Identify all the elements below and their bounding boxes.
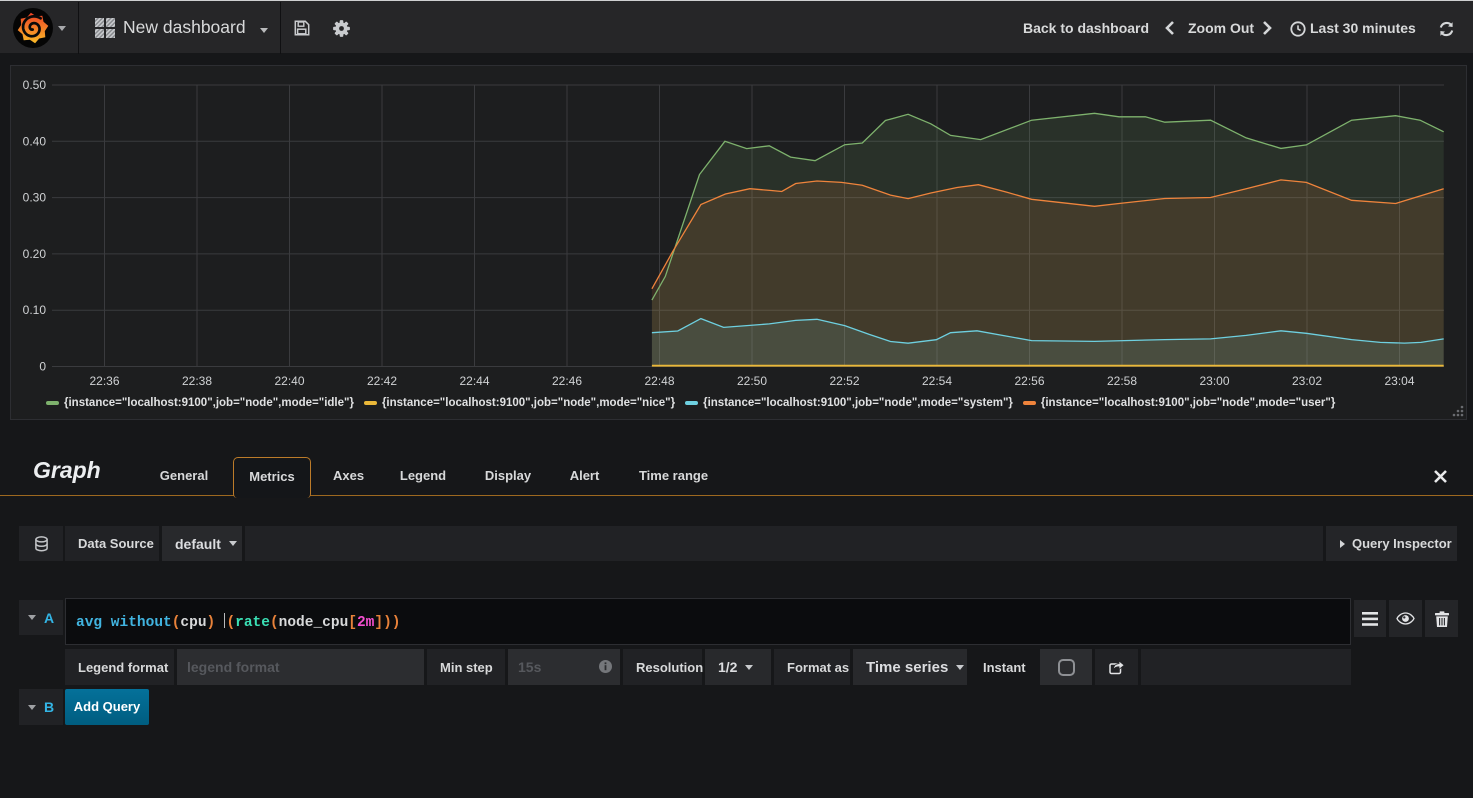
svg-text:22:36: 22:36: [89, 374, 119, 388]
svg-text:23:04: 23:04: [1384, 374, 1414, 388]
svg-text:0.30: 0.30: [23, 191, 47, 205]
svg-text:22:56: 22:56: [1014, 374, 1044, 388]
svg-text:0.50: 0.50: [23, 78, 47, 92]
svg-text:0: 0: [39, 360, 46, 374]
svg-text:0.10: 0.10: [23, 303, 47, 317]
svg-text:22:50: 22:50: [737, 374, 767, 388]
svg-text:22:58: 22:58: [1107, 374, 1137, 388]
svg-text:22:40: 22:40: [274, 374, 304, 388]
svg-text:22:44: 22:44: [459, 374, 489, 388]
svg-text:0.20: 0.20: [23, 247, 47, 261]
svg-text:22:48: 22:48: [644, 374, 674, 388]
svg-text:23:00: 23:00: [1199, 374, 1229, 388]
svg-text:22:52: 22:52: [829, 374, 859, 388]
svg-text:22:54: 22:54: [922, 374, 952, 388]
svg-text:22:38: 22:38: [182, 374, 212, 388]
svg-text:22:42: 22:42: [367, 374, 397, 388]
svg-text:22:46: 22:46: [552, 374, 582, 388]
svg-text:0.40: 0.40: [23, 134, 47, 148]
svg-text:23:02: 23:02: [1292, 374, 1322, 388]
